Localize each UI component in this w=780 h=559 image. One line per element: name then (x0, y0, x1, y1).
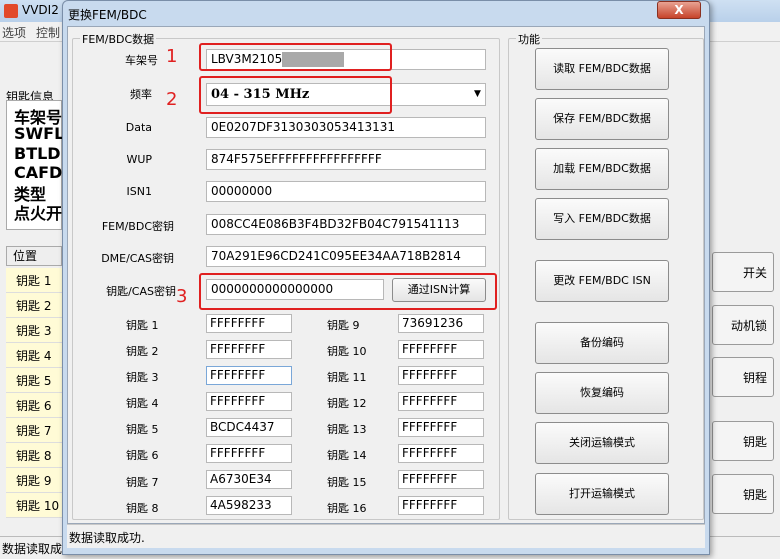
key-slot-field[interactable]: FFFFFFFF (398, 340, 484, 359)
key-slot-label: 钥匙 8 (126, 502, 159, 515)
load-fem-bdc-button[interactable]: 加载 FEM/BDC数据 (535, 148, 669, 190)
annotation-number: 3 (176, 286, 188, 307)
position-column-header: 位置 (6, 246, 62, 266)
chevron-down-icon[interactable]: ▼ (474, 89, 481, 99)
bg-switch-button[interactable]: 开关 (712, 252, 774, 292)
disable-transport-mode-button[interactable]: 关闭运输模式 (535, 422, 669, 464)
bg-key-program-button[interactable]: 钥程 (712, 357, 774, 397)
key-slot-field[interactable]: FFFFFFFF (398, 418, 484, 437)
isn1-label: ISN1 (126, 185, 152, 198)
write-fem-bdc-button[interactable]: 写入 FEM/BDC数据 (535, 198, 669, 240)
app-icon (4, 4, 18, 18)
fem-bdc-key-field[interactable]: 008CC4E086B3F4BD32FB04C791541113 (206, 214, 486, 235)
key-list-item[interactable]: 钥匙 8 (6, 443, 62, 468)
annotation-box-frequency (199, 76, 392, 114)
dialog-status-bar (67, 524, 705, 548)
restore-coding-button[interactable]: 恢复编码 (535, 372, 669, 414)
bg-key-button-2[interactable]: 钥匙 (712, 474, 774, 514)
key-slot-label: 钥匙 13 (327, 423, 367, 436)
key-slot-field[interactable]: FFFFFFFF (398, 496, 484, 515)
key-slot-label: 钥匙 9 (327, 319, 360, 332)
key-list-item[interactable]: 钥匙 4 (6, 343, 62, 368)
key-slot-label: 钥匙 4 (126, 397, 159, 410)
annotation-number: 2 (166, 89, 178, 110)
close-icon: X (674, 3, 684, 17)
key-slot-field[interactable]: FFFFFFFF (206, 314, 292, 333)
wup-field[interactable]: 874F575EFFFFFFFFFFFFFFFF (206, 149, 486, 170)
key-slot-field[interactable]: FFFFFFFF (398, 444, 484, 463)
key-list-item[interactable]: 钥匙 1 (6, 268, 62, 293)
fem-bdc-data-group-label: FEM/BDC数据 (80, 31, 157, 47)
data-label: Data (125, 121, 152, 134)
key-list-item[interactable]: 钥匙 2 (6, 293, 62, 318)
key-slot-label: 钥匙 7 (126, 476, 159, 489)
bg-key-button[interactable]: 钥匙 (712, 421, 774, 461)
key-slot-label: 钥匙 11 (327, 371, 367, 384)
key-list-item[interactable]: 钥匙 6 (6, 393, 62, 418)
close-button[interactable]: X (657, 1, 701, 19)
key-slot-field[interactable]: FFFFFFFF (398, 366, 484, 385)
menu-control[interactable]: 控制 (36, 24, 60, 41)
dme-cas-key-field[interactable]: 70A291E96CD241C095EE34AA718B2814 (206, 246, 486, 267)
backup-coding-button[interactable]: 备份编码 (535, 322, 669, 364)
annotation-number: 1 (166, 46, 178, 67)
key-slot-field[interactable]: 73691236 (398, 314, 484, 333)
annotation-box-key-cas (199, 273, 497, 310)
key-list-item[interactable]: 钥匙 7 (6, 418, 62, 443)
menu-options[interactable]: 选项 (2, 24, 26, 41)
key-slot-label: 钥匙 3 (126, 371, 159, 384)
key-slot-label: 钥匙 2 (126, 345, 159, 358)
annotation-box-vin (199, 43, 392, 71)
key-slot-field[interactable]: BCDC4437 (206, 418, 292, 437)
key-slot-label: 钥匙 15 (327, 476, 367, 489)
enable-transport-mode-button[interactable]: 打开运输模式 (535, 473, 669, 515)
bg-immobilizer-button[interactable]: 动机锁 (712, 305, 774, 345)
dialog-title: 更换FEM/BDC (68, 8, 147, 22)
fem-bdc-key-label: FEM/BDC密钥 (101, 220, 174, 233)
dialog-status-text: 数据读取成功. (69, 531, 145, 545)
frequency-label: 频率 (130, 88, 152, 101)
key-cas-key-label: 钥匙/CAS密钥 (106, 285, 176, 298)
vin-label: 车架号 (125, 54, 158, 67)
key-slot-label: 钥匙 12 (327, 397, 367, 410)
key-list-item[interactable]: 钥匙 10 (6, 493, 62, 518)
data-field[interactable]: 0E0207DF3130303053413131 (206, 117, 486, 138)
key-slot-field[interactable]: FFFFFFFF (398, 470, 484, 489)
key-slot-label: 钥匙 10 (327, 345, 367, 358)
key-slot-label: 钥匙 6 (126, 449, 159, 462)
key-slot-label: 钥匙 5 (126, 423, 159, 436)
key-info-line: 点火开 (14, 204, 63, 223)
wup-label: WUP (126, 153, 152, 166)
read-fem-bdc-button[interactable]: 读取 FEM/BDC数据 (535, 48, 669, 90)
key-list-item[interactable]: 钥匙 5 (6, 368, 62, 393)
key-slot-label: 钥匙 16 (327, 502, 367, 515)
key-list-item[interactable]: 钥匙 3 (6, 318, 62, 343)
main-window-title: VVDI2 - (22, 3, 67, 17)
key-slot-field[interactable]: FFFFFFFF (206, 340, 292, 359)
change-fem-bdc-isn-button[interactable]: 更改 FEM/BDC ISN (535, 260, 669, 302)
key-slot-field[interactable]: FFFFFFFF (206, 444, 292, 463)
key-slot-field[interactable]: FFFFFFFF (206, 392, 292, 411)
key-slot-field[interactable]: 4A598233 (206, 496, 292, 515)
isn1-field[interactable]: 00000000 (206, 181, 486, 202)
dme-cas-key-label: DME/CAS密钥 (101, 252, 174, 265)
key-slot-field[interactable]: FFFFFFFF (206, 366, 292, 385)
key-slot-field[interactable]: A6730E34 (206, 470, 292, 489)
key-slot-label: 钥匙 1 (126, 319, 159, 332)
key-slot-label: 钥匙 14 (327, 449, 367, 462)
key-slot-field[interactable]: FFFFFFFF (398, 392, 484, 411)
function-group-label: 功能 (516, 31, 542, 47)
save-fem-bdc-button[interactable]: 保存 FEM/BDC数据 (535, 98, 669, 140)
key-list-item[interactable]: 钥匙 9 (6, 468, 62, 493)
